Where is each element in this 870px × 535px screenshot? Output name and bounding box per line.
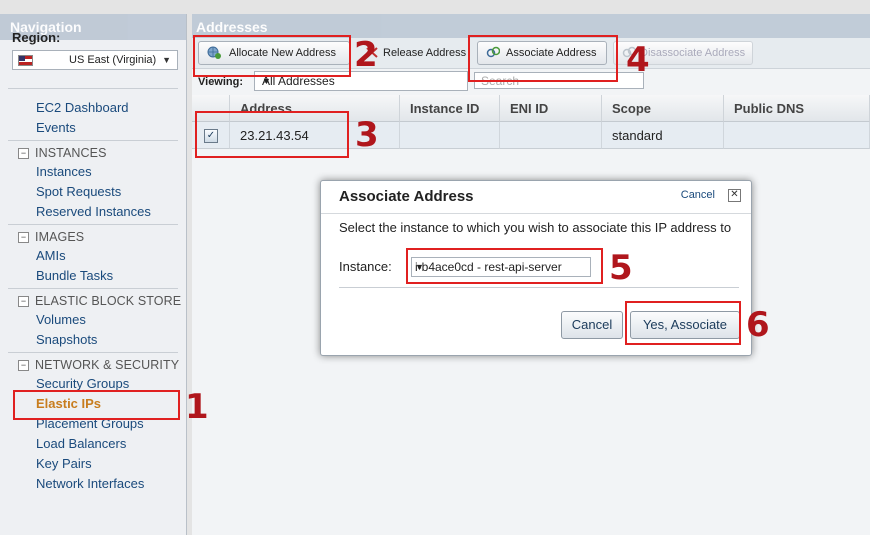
collapse-icon[interactable]: − [18, 148, 29, 159]
collapse-icon[interactable]: − [18, 296, 29, 307]
disassociate-address-label: Disassociate Address [640, 47, 746, 59]
region-label: Region: [12, 30, 61, 45]
sidebar-divider [8, 352, 178, 353]
annotation-number-3: 3 [355, 115, 379, 155]
release-address-label: Release Address [383, 47, 467, 59]
sidebar-item-reserved-instances[interactable]: Reserved Instances [36, 204, 151, 219]
sidebar-item-load-balancers[interactable]: Load Balancers [36, 436, 126, 451]
annotation-box-1 [13, 390, 180, 420]
sidebar-divider [8, 140, 178, 141]
dialog-divider [339, 287, 739, 288]
sidebar-section-network-security: NETWORK & SECURITY [35, 358, 180, 372]
instance-id-cell [400, 122, 500, 149]
column-header-public-dns[interactable]: Public DNS [724, 95, 870, 122]
instance-label: Instance: [339, 259, 392, 274]
column-header-eni-id[interactable]: ENI ID [500, 95, 602, 122]
collapse-icon[interactable]: − [18, 360, 29, 371]
annotation-number-1: 1 [185, 387, 209, 427]
viewing-label: Viewing: [198, 76, 244, 88]
sidebar-divider [8, 288, 178, 289]
cancel-button[interactable]: Cancel [561, 311, 623, 339]
annotation-number-2: 2 [354, 35, 378, 75]
sidebar-item-snapshots[interactable]: Snapshots [36, 332, 97, 347]
sidebar-item-ec2-dashboard[interactable]: EC2 Dashboard [36, 100, 129, 115]
sidebar-item-security-groups[interactable]: Security Groups [36, 376, 129, 391]
sidebar-item-volumes[interactable]: Volumes [36, 312, 86, 327]
annotation-box-6 [625, 301, 741, 345]
column-header-instance-id[interactable]: Instance ID [400, 95, 500, 122]
annotation-number-4: 4 [626, 40, 650, 80]
annotation-number-5: 5 [609, 248, 633, 288]
dialog-title: Associate Address [339, 188, 474, 205]
sidebar-section-ebs: ELASTIC BLOCK STORE [35, 294, 182, 308]
chevron-down-icon: ▼ [162, 55, 171, 65]
sidebar-divider [8, 224, 178, 225]
annotation-box-5 [406, 248, 603, 284]
column-header-scope[interactable]: Scope [602, 95, 724, 122]
dialog-cancel-link[interactable]: Cancel [681, 189, 715, 201]
region-select[interactable]: US East (Virginia) ▼ [12, 50, 178, 70]
sidebar-item-bundle-tasks[interactable]: Bundle Tasks [36, 268, 113, 283]
sidebar-section-images: IMAGES [35, 230, 85, 244]
public-dns-cell [724, 122, 870, 149]
sidebar-item-spot-requests[interactable]: Spot Requests [36, 184, 121, 199]
close-icon[interactable]: ✕ [728, 189, 741, 202]
dialog-divider [321, 213, 751, 214]
annotation-box-3 [195, 111, 349, 158]
eni-id-cell [500, 122, 602, 149]
scope-cell: standard [602, 122, 724, 149]
sidebar-section-instances: INSTANCES [35, 146, 107, 160]
dialog-message: Select the instance to which you wish to… [339, 220, 732, 235]
sidebar-item-events[interactable]: Events [36, 120, 76, 135]
sidebar-item-network-interfaces[interactable]: Network Interfaces [36, 476, 144, 491]
annotation-number-6: 6 [746, 305, 770, 345]
sidebar-item-amis[interactable]: AMIs [36, 248, 66, 263]
annotation-box-4 [468, 35, 618, 82]
sidebar-divider [8, 88, 178, 89]
annotation-box-2 [193, 35, 351, 77]
us-flag-icon [18, 55, 33, 66]
sidebar-item-instances[interactable]: Instances [36, 164, 92, 179]
collapse-icon[interactable]: − [18, 232, 29, 243]
sidebar-item-key-pairs[interactable]: Key Pairs [36, 456, 92, 471]
region-value: US East (Virginia) [69, 54, 157, 66]
